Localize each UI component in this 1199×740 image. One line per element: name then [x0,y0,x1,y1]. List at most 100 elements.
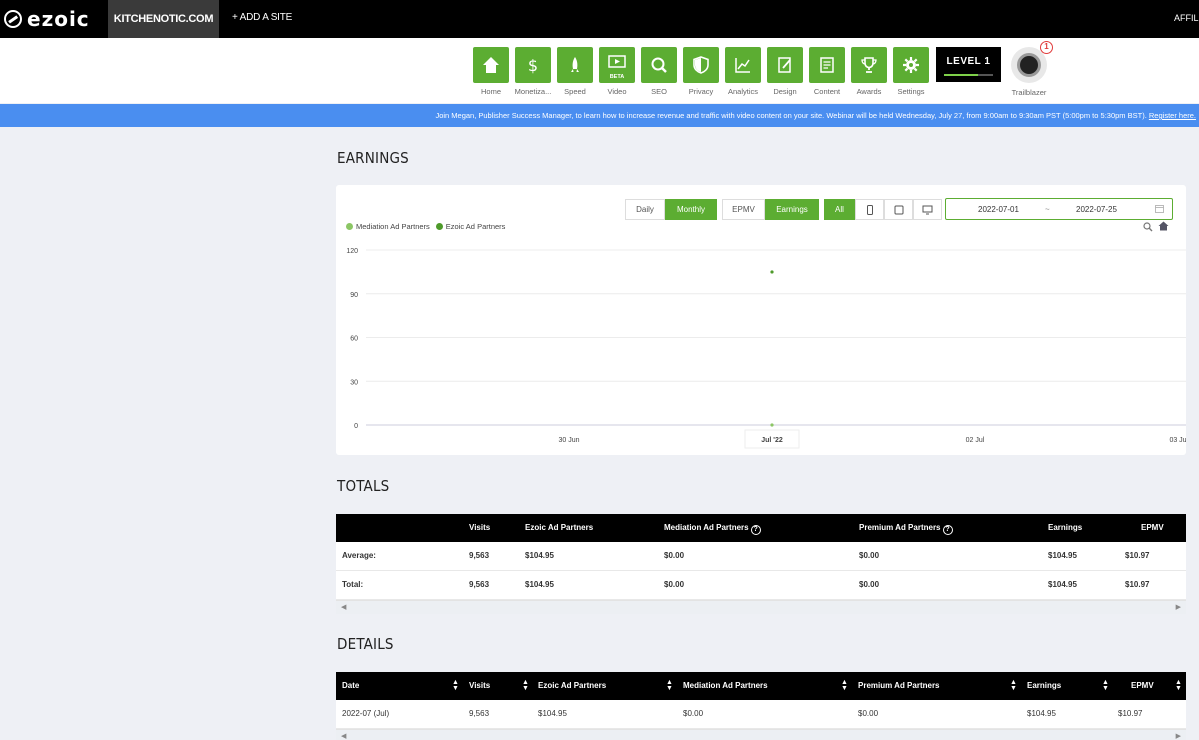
column-header-epmv[interactable]: EPMV [1131,672,1154,700]
scroll-left-icon[interactable]: ◀ [341,732,346,740]
horizontal-scrollbar[interactable]: ◀ ▶ [336,600,1186,614]
table-row: Total: 9,563 $104.95 $0.00 $0.00 $104.95… [336,571,1186,600]
level-badge[interactable]: LEVEL 1 [936,47,1001,82]
video-icon [608,55,626,68]
cell-date: 2022-07 (Jul) [342,709,390,718]
row-label: Average: [342,551,376,560]
cell-epmv: $10.97 [1125,551,1150,560]
sort-icon[interactable]: ▲ ▼ [452,679,459,692]
scroll-right-icon[interactable]: ▶ [1176,603,1181,611]
avatar[interactable]: 1 [1011,41,1053,83]
nav-monetization[interactable]: $ Monetiza... [515,47,551,96]
cell-mediation: $0.00 [664,580,685,589]
ezoic-logo[interactable]: ezoic [4,7,90,31]
sort-icon[interactable]: ▲ ▼ [522,679,529,692]
earnings-chart-card: Daily Monthly EPMV Earnings All 2022-07-… [336,185,1186,455]
nav-settings-button[interactable] [893,47,929,83]
sort-icon[interactable]: ▲ ▼ [666,679,673,692]
nav-video[interactable]: BETA Video [599,47,635,96]
nav-awards-button[interactable] [851,47,887,83]
nav-label: Settings [897,87,925,96]
cell-visits: 9,563 [469,551,490,560]
y-tick-label: 0 [354,423,358,430]
sort-icon[interactable]: ▲ ▼ [1010,679,1017,692]
affiliate-link[interactable]: AFFILIA [1174,13,1199,23]
nav-analytics[interactable]: Analytics [725,47,761,96]
cell-visits: 9,563 [469,580,490,589]
document-icon [820,57,834,73]
sort-icon[interactable]: ▲ ▼ [841,679,848,692]
row-label: Total: [342,580,364,589]
nav-seo[interactable]: SEO [641,47,677,96]
cell-ezoic: $104.95 [538,709,567,718]
trailblazer-label: Trailblazer [1011,88,1047,97]
y-tick-label: 120 [346,248,358,255]
nav-design[interactable]: Design [767,47,803,96]
column-header-visits[interactable]: Visits [469,672,490,700]
data-point [770,270,774,274]
cell-ezoic: $104.95 [525,580,554,589]
totals-header-row: Visits Ezoic Ad Partners Mediation Ad Pa… [336,514,1186,542]
x-tick-label: Jul '22 [761,437,783,444]
help-icon[interactable]: ? [750,525,761,535]
nav-awards[interactable]: Awards [851,47,887,96]
level-progress [944,74,993,76]
gear-icon [903,57,919,73]
shield-icon [693,56,709,74]
nav-content[interactable]: Content [809,47,845,96]
cell-visits: 9,563 [469,709,490,718]
cell-ezoic: $104.95 [525,551,554,560]
scroll-left-icon[interactable]: ◀ [341,603,346,611]
chart-icon [735,58,750,73]
cell-premium: $0.00 [859,551,880,560]
nav-privacy-button[interactable] [683,47,719,83]
y-tick-label: 30 [350,379,358,386]
column-header-visits: Visits [469,523,491,532]
magnifier-icon [651,57,667,73]
nav-analytics-button[interactable] [725,47,761,83]
column-header-ezoic: Ezoic Ad Partners [525,523,594,532]
register-link[interactable]: Register here. [1149,111,1196,120]
column-header-date[interactable]: Date [342,672,359,700]
nav-seo-button[interactable] [641,47,677,83]
nav-video-button[interactable]: BETA [599,47,635,83]
ezoic-logo-icon [4,10,22,28]
column-header-earnings[interactable]: Earnings [1027,672,1061,700]
totals-table: Visits Ezoic Ad Partners Mediation Ad Pa… [336,514,1186,614]
y-tick-label: 90 [350,292,358,299]
trailblazer-profile[interactable]: 1 Trailblazer [1008,41,1053,97]
column-header-ezoic[interactable]: Ezoic Ad Partners [538,672,606,700]
column-header-mediation[interactable]: Mediation Ad Partners [683,672,768,700]
nav-design-button[interactable] [767,47,803,83]
nav-settings[interactable]: Settings [893,47,929,96]
nav-speed-button[interactable] [557,47,593,83]
cell-earnings: $104.95 [1048,551,1077,560]
column-header-premium: Premium Ad Partners? [859,514,953,542]
add-site-link[interactable]: + ADD A SITE [232,12,292,23]
home-icon [483,57,499,73]
sort-icon[interactable]: ▲ ▼ [1175,679,1182,692]
nav-home[interactable]: Home [473,47,509,96]
site-tab-kitchenotic[interactable]: KITCHENOTIC.COM [108,0,219,38]
scroll-right-icon[interactable]: ▶ [1176,732,1181,740]
cell-epmv: $10.97 [1125,580,1150,589]
notification-badge: 1 [1040,41,1053,54]
details-table: Date ▲ ▼ Visits ▲ ▼ Ezoic Ad Partners ▲ ▼ M… [336,672,1186,740]
column-header-premium[interactable]: Premium Ad Partners [858,672,940,700]
nav-speed[interactable]: Speed [557,47,593,96]
horizontal-scrollbar[interactable]: ◀ ▶ [336,729,1186,740]
sort-icon[interactable]: ▲ ▼ [1102,679,1109,692]
svg-text:$: $ [528,56,538,75]
nav-privacy[interactable]: Privacy [683,47,719,96]
level-text: LEVEL 1 [946,56,991,67]
table-row: 2022-07 (Jul) 9,563 $104.95 $0.00 $0.00 … [336,700,1186,729]
top-bar: ezoic KITCHENOTIC.COM + ADD A SITE AFFIL… [0,0,1199,38]
help-icon[interactable]: ? [942,525,953,535]
nav-monetization-button[interactable]: $ [515,47,551,83]
details-header-row: Date ▲ ▼ Visits ▲ ▼ Ezoic Ad Partners ▲ ▼ M… [336,672,1186,700]
earnings-title: EARNINGS [337,149,409,167]
nav-content-button[interactable] [809,47,845,83]
nav-home-button[interactable] [473,47,509,83]
cell-mediation: $0.00 [683,709,704,718]
logo-text: ezoic [27,7,90,31]
